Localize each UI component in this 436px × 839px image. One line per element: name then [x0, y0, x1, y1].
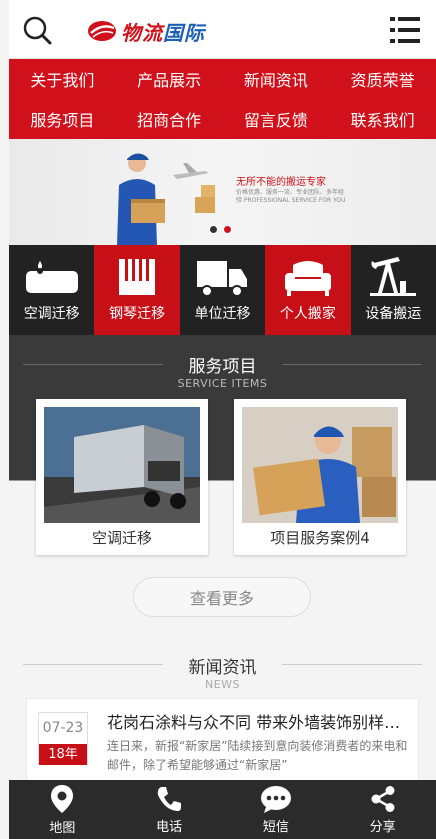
tab-sms-label: 短信 — [262, 819, 289, 835]
menu-icon[interactable] — [390, 17, 420, 43]
service-subtitle: SERVICE ITEMS — [177, 377, 268, 390]
ac-icon — [25, 261, 78, 293]
service-office-label: 单位迁移 — [194, 306, 251, 322]
banner-title: 无所不能的搬运专家 — [236, 177, 326, 188]
map-pin-icon — [51, 784, 74, 813]
news-item[interactable]: 07-23 18年 花岗石涂料与众不同 带来外墙装饰别样风采 连日来，新报“新家… — [26, 698, 419, 788]
nav-item-feedback[interactable]: 留言反馈 — [223, 99, 330, 139]
mover-photo — [242, 407, 398, 523]
service-piano[interactable]: 钢琴迁移 — [94, 245, 180, 335]
service-equipment[interactable]: 设备搬运 — [350, 245, 436, 335]
nav-item-news[interactable]: 新闻资讯 — [223, 59, 330, 99]
service-card[interactable]: 空调迁移 — [36, 399, 208, 555]
news-date-md: 07-23 — [42, 720, 84, 736]
banner-slider[interactable]: 无所不能的搬运专家 价格优惠、服务一流、专业团队、多年经验 PROFESSION… — [9, 139, 436, 245]
news-section: 新闻资讯 NEWS 07-23 18年 花岗石涂料与众不同 带来外墙装饰别样风采… — [9, 645, 436, 788]
tab-phone-label: 电话 — [156, 819, 183, 835]
tab-phone[interactable]: 电话 — [116, 780, 223, 839]
service-card-label: 项目服务案例4 — [270, 529, 370, 547]
nav-item-products[interactable]: 产品展示 — [116, 59, 223, 99]
service-equipment-label: 设备搬运 — [365, 306, 422, 322]
slider-dots — [209, 225, 232, 234]
logo-text: 物流国际 — [121, 20, 205, 45]
tab-share-label: 分享 — [369, 819, 396, 835]
tab-sms[interactable]: 短信 — [223, 780, 330, 839]
news-date: 07-23 18年 — [38, 712, 88, 765]
service-home[interactable]: 个人搬家 — [265, 245, 351, 335]
banner-image — [117, 153, 215, 245]
nav-item-honors[interactable]: 资质荣誉 — [329, 59, 436, 99]
tab-share[interactable]: 分享 — [329, 780, 436, 839]
tab-map-label: 地图 — [49, 820, 76, 836]
service-heading: 服务项目 SERVICE ITEMS — [9, 352, 436, 390]
main-nav: 关于我们 产品展示 新闻资讯 资质荣誉 服务项目 招商合作 留言反馈 联系我们 — [9, 59, 436, 139]
nav-item-contact[interactable]: 联系我们 — [329, 99, 436, 139]
nav-item-about[interactable]: 关于我们 — [9, 59, 116, 99]
news-summary: 连日来，新报“新家居”陆续接到意向装修消费者的来电和邮件，除了希望能够通过“新家… — [107, 739, 408, 772]
service-icons: 空调迁移 钢琴迁移 单位迁移 个人搬家 设备搬运 — [9, 245, 436, 335]
piano-icon — [119, 259, 156, 295]
header: 物流国际 — [9, 0, 436, 59]
phone-icon — [157, 786, 182, 811]
truck-photo — [44, 407, 200, 523]
oil-pump-icon — [370, 257, 417, 296]
tab-map[interactable]: 地图 — [9, 780, 116, 839]
service-ac[interactable]: 空调迁移 — [9, 245, 95, 335]
news-date-year: 18年 — [39, 744, 87, 765]
slider-dot-2[interactable] — [223, 225, 232, 234]
news-heading: 新闻资讯 NEWS — [9, 653, 436, 691]
chat-bubble-icon — [260, 785, 291, 813]
truck-icon — [197, 261, 248, 297]
share-icon — [371, 785, 395, 812]
service-home-label: 个人搬家 — [279, 306, 336, 322]
service-card-label: 空调迁移 — [91, 529, 152, 547]
logo-globe-icon — [88, 21, 116, 41]
news-subtitle: NEWS — [204, 678, 241, 691]
logo[interactable]: 物流国际 — [87, 16, 205, 46]
nav-item-services[interactable]: 服务项目 — [9, 99, 116, 139]
bottom-toolbar: 地图 电话 短信 分享 — [9, 780, 436, 839]
service-office[interactable]: 单位迁移 — [179, 245, 266, 335]
service-section: 服务项目 SERVICE ITEMS 空调迁移 项目服务案例4 查看更多 — [9, 335, 436, 645]
search-icon[interactable] — [23, 16, 53, 46]
news-title-heading: 新闻资讯 — [188, 658, 257, 678]
service-piano-label: 钢琴迁移 — [109, 306, 166, 322]
nav-item-investment[interactable]: 招商合作 — [116, 99, 223, 139]
service-title: 服务项目 — [188, 357, 257, 377]
service-card[interactable]: 项目服务案例4 — [234, 399, 406, 555]
service-ac-label: 空调迁移 — [23, 306, 80, 322]
slider-dot-1[interactable] — [209, 225, 218, 234]
sofa-icon — [284, 261, 331, 296]
news-title[interactable]: 花岗石涂料与众不同 带来外墙装饰别样风采 — [107, 709, 412, 733]
banner-subtitle: 价格优惠、服务一流、专业团队、多年经验 PROFESSIONAL SERVICE… — [236, 189, 346, 204]
view-more-button[interactable]: 查看更多 — [133, 577, 311, 617]
